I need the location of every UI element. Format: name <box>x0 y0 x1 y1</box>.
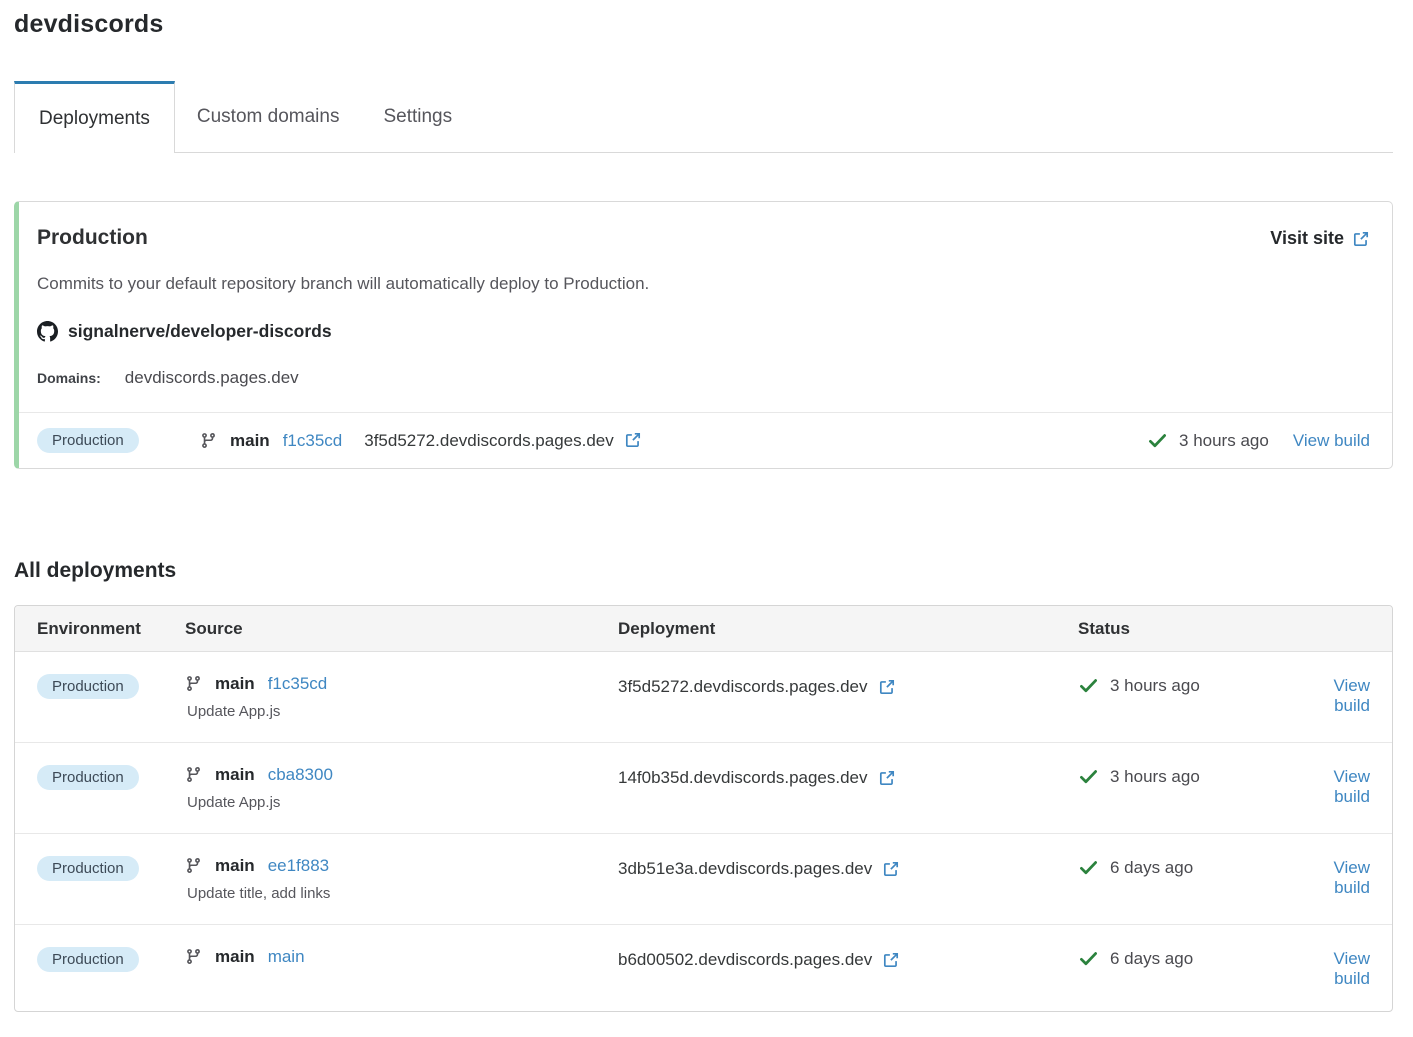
deployment-url: b6d00502.devdiscords.pages.dev <box>618 950 872 970</box>
commit-link[interactable]: f1c35cd <box>268 674 328 694</box>
deployment-row: Production main ee1f883 Update title, ad… <box>15 834 1392 925</box>
column-header-source: Source <box>171 619 604 639</box>
check-icon <box>1078 766 1099 787</box>
table-header-row: Environment Source Deployment Status <box>15 606 1392 652</box>
commit-link[interactable]: cba8300 <box>268 765 333 785</box>
status-time: 3 hours ago <box>1110 676 1200 696</box>
commit-link[interactable]: f1c35cd <box>283 431 343 451</box>
deployment-url: 3f5d5272.devdiscords.pages.dev <box>364 431 614 451</box>
status-time: 6 days ago <box>1110 949 1193 969</box>
commit-link[interactable]: ee1f883 <box>268 856 329 876</box>
branch-name: main <box>215 674 255 694</box>
repo-name: signalnerve/developer-discords <box>68 321 332 342</box>
branch-name: main <box>215 765 255 785</box>
domains-value: devdiscords.pages.dev <box>125 368 299 388</box>
external-link-icon <box>878 678 896 696</box>
status-time: 6 days ago <box>1110 858 1193 878</box>
tab-deployments[interactable]: Deployments <box>14 81 175 153</box>
view-build-link[interactable]: View build <box>1333 767 1370 806</box>
deployment-url: 14f0b35d.devdiscords.pages.dev <box>618 768 868 788</box>
environment-badge: Production <box>37 856 139 881</box>
environment-badge: Production <box>37 674 139 699</box>
git-branch-icon <box>185 857 202 874</box>
deployment-url-external-link[interactable] <box>882 951 900 969</box>
column-header-deployment: Deployment <box>604 619 1064 639</box>
view-build-link[interactable]: View build <box>1333 676 1370 715</box>
status-time: 3 hours ago <box>1179 431 1269 451</box>
deployment-row: Production main cba8300 Update App.js 14… <box>15 743 1392 834</box>
commit-message: Update App.js <box>187 703 604 720</box>
environment-badge: Production <box>37 428 139 453</box>
external-link-icon <box>878 769 896 787</box>
environment-badge: Production <box>37 765 139 790</box>
external-link-icon <box>882 860 900 878</box>
external-link-icon <box>1352 230 1370 248</box>
production-description: Commits to your default repository branc… <box>37 274 1370 294</box>
environment-badge: Production <box>37 947 139 972</box>
tab-settings[interactable]: Settings <box>361 81 474 152</box>
production-card-title: Production <box>37 226 148 250</box>
page-title: devdiscords <box>14 10 1393 39</box>
domains-label: Domains: <box>37 370 101 386</box>
deployment-url: 3f5d5272.devdiscords.pages.dev <box>618 677 868 697</box>
deployment-url-external-link[interactable] <box>624 431 642 449</box>
column-header-status: Status <box>1064 619 1284 639</box>
column-header-environment: Environment <box>15 619 171 639</box>
deployment-row: Production main f1c35cd Update App.js 3f… <box>15 652 1392 743</box>
deployment-url-external-link[interactable] <box>878 678 896 696</box>
domains-row: Domains: devdiscords.pages.dev <box>37 368 1370 388</box>
status-time: 3 hours ago <box>1110 767 1200 787</box>
commit-message: Update title, add links <box>187 885 604 902</box>
production-deployment-row: Production main f1c35cd 3f5d5272.devdisc… <box>19 412 1392 468</box>
git-branch-icon <box>185 948 202 965</box>
check-icon <box>1078 948 1099 969</box>
external-link-icon <box>882 951 900 969</box>
external-link-icon <box>624 431 642 449</box>
deployment-row: Production main main b6d00502.devdiscord… <box>15 925 1392 1011</box>
pages-project-page: devdiscords Deployments Custom domains S… <box>0 0 1413 1012</box>
git-branch-icon <box>185 675 202 692</box>
view-build-link[interactable]: View build <box>1333 858 1370 897</box>
branch-name: main <box>230 431 270 451</box>
tab-bar: Deployments Custom domains Settings <box>14 81 1393 153</box>
production-card: Production Visit site Commits to your de… <box>14 201 1393 469</box>
check-icon <box>1147 430 1168 451</box>
view-build-link[interactable]: View build <box>1293 431 1370 451</box>
git-branch-icon <box>200 432 217 449</box>
check-icon <box>1078 675 1099 696</box>
visit-site-label: Visit site <box>1270 228 1344 249</box>
table-body: Production main f1c35cd Update App.js 3f… <box>15 652 1392 1011</box>
check-icon <box>1078 857 1099 878</box>
deployment-url-external-link[interactable] <box>882 860 900 878</box>
visit-site-link[interactable]: Visit site <box>1270 228 1370 249</box>
all-deployments-title: All deployments <box>14 559 1393 583</box>
tab-custom-domains[interactable]: Custom domains <box>175 81 362 152</box>
commit-link[interactable]: main <box>268 947 305 967</box>
github-icon <box>37 321 58 342</box>
deployment-url-external-link[interactable] <box>878 769 896 787</box>
deployment-url: 3db51e3a.devdiscords.pages.dev <box>618 859 872 879</box>
view-build-link[interactable]: View build <box>1333 949 1370 988</box>
git-branch-icon <box>185 766 202 783</box>
branch-name: main <box>215 856 255 876</box>
commit-message: Update App.js <box>187 794 604 811</box>
branch-name: main <box>215 947 255 967</box>
repo-link[interactable]: signalnerve/developer-discords <box>37 321 1370 342</box>
deployments-table: Environment Source Deployment Status Pro… <box>14 605 1393 1012</box>
